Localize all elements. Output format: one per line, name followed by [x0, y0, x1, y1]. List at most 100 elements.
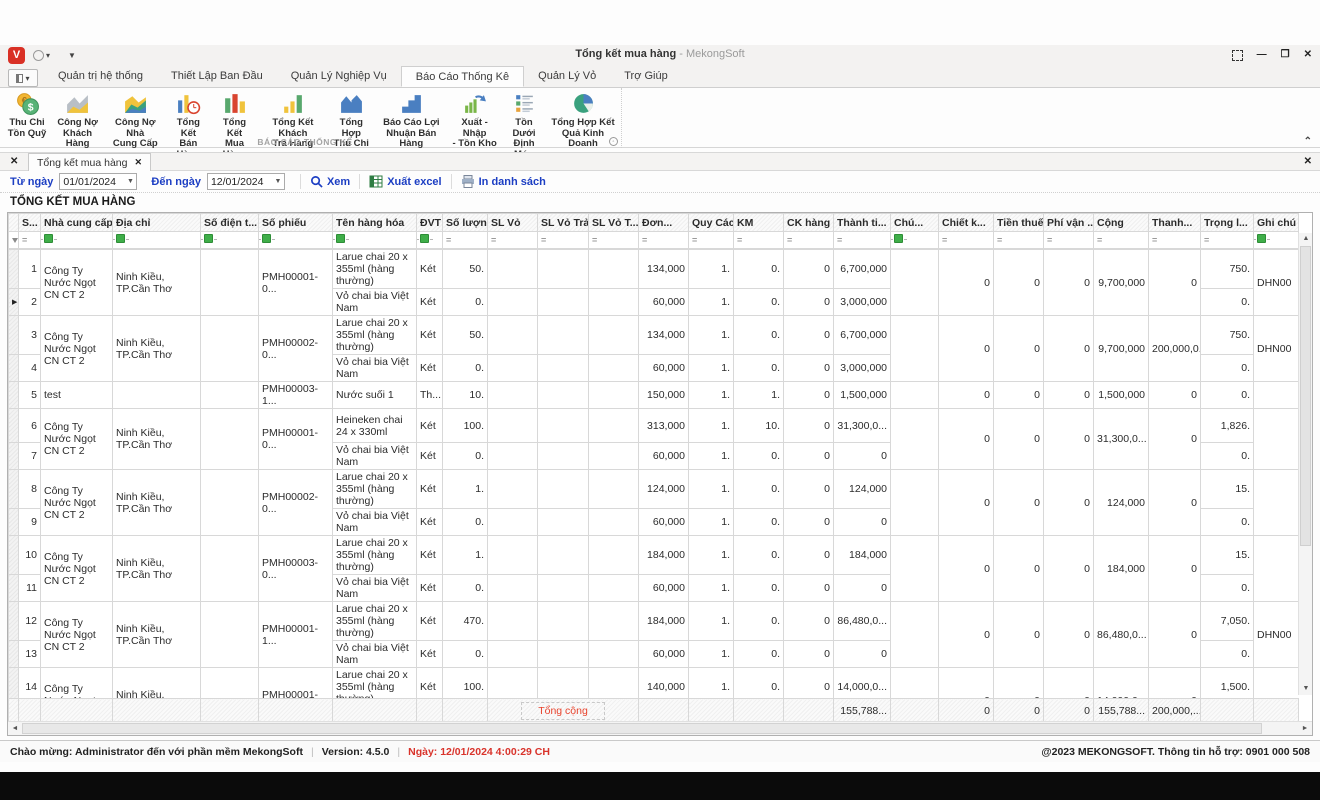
cell-unit[interactable]: Két — [417, 409, 443, 443]
cell-receipt-no[interactable]: PMH00003-1... — [259, 382, 333, 409]
cell-unit[interactable]: Két — [417, 575, 443, 602]
cell-sl-vo-tra[interactable] — [538, 668, 589, 699]
ribbon-tab-trợ-giúp[interactable]: Trợ Giúp — [610, 66, 681, 87]
close-tabs-icon[interactable]: ✕ — [10, 156, 18, 167]
cell-stt[interactable]: 3 — [19, 316, 41, 355]
horizontal-scroll-thumb[interactable] — [22, 723, 1262, 734]
ribbon-tab-thiết-lập-ban-đầu[interactable]: Thiết Lập Ban Đầu — [157, 66, 277, 87]
cell-sl-vo[interactable] — [488, 536, 538, 575]
cell-total[interactable]: 86,480,0... — [1094, 602, 1149, 668]
cell-address[interactable]: Ninh Kiều, TP.Cần Thơ — [113, 668, 201, 699]
cell-sl-vo[interactable] — [488, 382, 538, 409]
column-header-thue[interactable]: Tiền thuế — [994, 214, 1044, 232]
cell-note[interactable] — [891, 409, 939, 470]
cell-tax[interactable]: 0 — [994, 316, 1044, 382]
column-header-sdt[interactable]: Số điện t... — [201, 214, 259, 232]
ribbon-collapse-icon[interactable]: ⌃ — [1304, 136, 1312, 147]
cell-phone[interactable] — [201, 668, 259, 699]
cell-address[interactable]: Ninh Kiều, TP.Cần Thơ — [113, 316, 201, 382]
cell-unit[interactable]: Két — [417, 509, 443, 536]
cell-note[interactable] — [891, 602, 939, 668]
cell-sl-vo-tra[interactable] — [538, 382, 589, 409]
column-header-ghichu[interactable]: Ghi chú — [1254, 214, 1299, 232]
cell-stt[interactable]: 6 — [19, 409, 41, 443]
cell-sl-vo[interactable] — [488, 575, 538, 602]
cell-amount[interactable]: 1,500,000 — [834, 382, 891, 409]
ribbon-button-thu-chi-tồn-quỹ[interactable]: €$Thu Chi Tồn Quỹ — [4, 90, 50, 140]
filter-cell-quy[interactable]: = — [689, 232, 734, 249]
cell-chiet-khau[interactable]: 0 — [939, 536, 994, 602]
scroll-down-icon[interactable]: ▼ — [1299, 683, 1313, 695]
column-header-sophieu[interactable]: Số phiếu — [259, 214, 333, 232]
cell-sl-vo-t[interactable] — [589, 602, 639, 641]
cell-phone[interactable] — [201, 536, 259, 602]
cell-sl-vo-tra[interactable] — [538, 409, 589, 443]
cell-receipt-no[interactable]: PMH00001-0... — [259, 250, 333, 316]
cell-sl-vo-tra[interactable] — [538, 536, 589, 575]
cell-unit[interactable]: Két — [417, 470, 443, 509]
cell-quantity[interactable]: 0. — [443, 509, 488, 536]
filter-cell-sl[interactable]: = — [443, 232, 488, 249]
tab-close-icon[interactable]: ✕ — [134, 157, 142, 168]
cell-address[interactable]: Ninh Kiều, TP.Cần Thơ — [113, 536, 201, 602]
column-header-don[interactable]: Đơn... — [639, 214, 689, 232]
cell-stt[interactable]: 4 — [19, 355, 41, 382]
minimize-button[interactable]: — — [1257, 48, 1267, 62]
cell-sl-vo-t[interactable] — [589, 409, 639, 443]
cell-stt[interactable]: 8 — [19, 470, 41, 509]
cell-amount[interactable]: 14,000,0... — [834, 668, 891, 699]
cell-receipt-no[interactable]: PMH00002-0... — [259, 470, 333, 536]
filter-cell-ck[interactable]: = — [784, 232, 834, 249]
cell-quantity[interactable]: 0. — [443, 443, 488, 470]
row-indicator[interactable] — [9, 575, 19, 602]
close-document-icon[interactable]: ✕ — [1304, 156, 1312, 167]
cell-weight[interactable]: 1,500. — [1201, 668, 1254, 699]
cell-amount[interactable]: 0 — [834, 443, 891, 470]
cell-sl-vo-tra[interactable] — [538, 641, 589, 668]
cell-spec[interactable]: 1. — [689, 250, 734, 289]
to-date-combo[interactable]: 12/01/2024 ▼ — [207, 173, 285, 190]
cell-spec[interactable]: 1. — [689, 536, 734, 575]
cell-unit[interactable]: Két — [417, 536, 443, 575]
cell-sl-vo[interactable] — [488, 409, 538, 443]
cell-sl-vo-tra[interactable] — [538, 575, 589, 602]
cell-weight[interactable]: 15. — [1201, 536, 1254, 575]
filter-cell-cong[interactable]: = — [1094, 232, 1149, 249]
cell-unit-price[interactable]: 150,000 — [639, 382, 689, 409]
cell-note[interactable] — [891, 382, 939, 409]
cell-sl-vo-tra[interactable] — [538, 355, 589, 382]
cell-quantity[interactable]: 1. — [443, 470, 488, 509]
cell-spec[interactable]: 1. — [689, 355, 734, 382]
row-indicator[interactable] — [9, 443, 19, 470]
cell-quantity[interactable]: 50. — [443, 316, 488, 355]
column-header-trong[interactable]: Trọng l... — [1201, 214, 1254, 232]
filter-cell-slvot[interactable]: = — [589, 232, 639, 249]
column-header-ck[interactable]: CK hàng — [784, 214, 834, 232]
row-indicator[interactable] — [9, 509, 19, 536]
cell-sl-vo-tra[interactable] — [538, 250, 589, 289]
cell-supplier[interactable]: test — [41, 382, 113, 409]
export-excel-button[interactable]: Xuất excel — [369, 175, 441, 188]
cell-spec[interactable]: 1. — [689, 575, 734, 602]
cell-spec[interactable]: 1. — [689, 289, 734, 316]
cell-product-name[interactable]: Larue chai 20 x 355ml (hàng thường) — [333, 470, 417, 509]
cell-total[interactable]: 14,000,0... — [1094, 668, 1149, 699]
cell-paid[interactable]: 0 — [1149, 470, 1201, 536]
cell-remark[interactable] — [1254, 409, 1299, 470]
fullscreen-button[interactable] — [1232, 50, 1243, 61]
cell-sl-vo-tra[interactable] — [538, 316, 589, 355]
cell-shipping-fee[interactable]: 0 — [1044, 409, 1094, 470]
cell-unit-price[interactable]: 134,000 — [639, 316, 689, 355]
filter-cell-km[interactable]: = — [734, 232, 784, 249]
cell-paid[interactable]: 0 — [1149, 409, 1201, 470]
cell-sl-vo[interactable] — [488, 250, 538, 289]
ribbon-tab-quản-lý-vỏ[interactable]: Quản Lý Vỏ — [524, 66, 610, 87]
ribbon-button-tồn-dưới-định-mức[interactable]: Tồn Dưới Định Mức — [501, 90, 547, 161]
cell-unit[interactable]: Két — [417, 250, 443, 289]
cell-sl-vo-tra[interactable] — [538, 509, 589, 536]
cell-receipt-no[interactable]: PMH00003-0... — [259, 536, 333, 602]
cell-paid[interactable]: 0 — [1149, 602, 1201, 668]
row-indicator[interactable] — [9, 355, 19, 382]
column-header-ten[interactable]: Tên hàng hóa — [333, 214, 417, 232]
cell-discount[interactable]: 0 — [784, 602, 834, 641]
